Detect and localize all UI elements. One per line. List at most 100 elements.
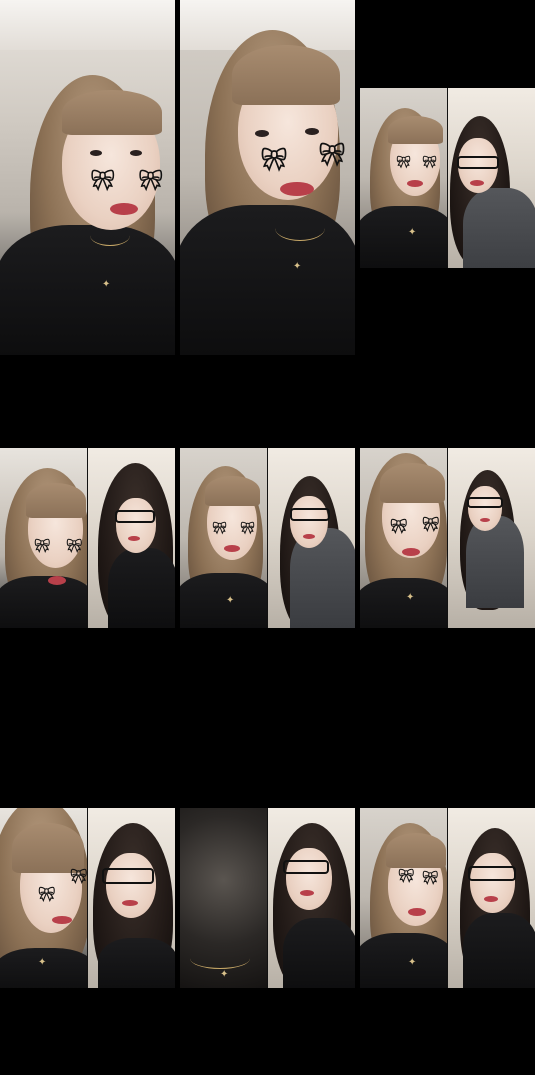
black-jacket: [180, 573, 267, 628]
bangs: [205, 476, 260, 506]
video-tile-8: ✦: [180, 808, 355, 988]
bangs: [232, 45, 340, 105]
pendant: ✦: [38, 957, 47, 968]
lips: [127, 536, 140, 541]
ceiling: [0, 0, 175, 50]
pendant: ✦: [408, 227, 417, 238]
video-pane-right: [267, 448, 355, 628]
glasses: [101, 868, 154, 884]
black-jacket: [0, 576, 87, 628]
left-eye: [255, 130, 269, 137]
video-pane-right: [447, 808, 535, 988]
ribbon-sticker-right: 🎀︎: [138, 168, 164, 192]
video-pane-right: [447, 448, 535, 628]
video-tile-2: 🎀︎ 🎀︎ ✦: [180, 0, 355, 355]
video-pane-single: 🎀︎ 🎀︎ ✦: [0, 0, 175, 355]
lips: [469, 180, 484, 186]
lips: [479, 518, 490, 522]
bangs: [12, 823, 84, 873]
lips: [224, 545, 240, 552]
ribbon-sticker-left: 🎀︎: [38, 887, 56, 903]
video-tile-6: 🎀︎ 🎀︎ ✦: [360, 448, 535, 628]
face: [469, 853, 515, 913]
glasses: [282, 860, 329, 874]
bangs: [388, 116, 443, 144]
lips: [302, 534, 315, 539]
video-tile-3: 🎀︎ 🎀︎ ✦: [360, 88, 535, 268]
bangs: [386, 833, 446, 868]
video-pane-single: 🎀︎ 🎀︎ ✦: [180, 0, 355, 355]
video-tile-7: 🎀︎ 🎀︎ ✦: [0, 808, 175, 988]
left-eye: [90, 150, 102, 156]
face: [467, 486, 502, 531]
lips: [121, 900, 138, 906]
ribbon-sticker-right: 🎀︎: [240, 521, 256, 535]
black-top: [107, 548, 175, 628]
video-tile-9: 🎀︎ 🎀︎ ✦: [360, 808, 535, 988]
video-pane-left: 🎀︎ 🎀︎ ✦: [360, 808, 448, 988]
bangs: [380, 463, 445, 503]
pendant: ✦: [293, 261, 302, 272]
glasses: [289, 508, 330, 521]
grey-top: [465, 516, 524, 608]
lips: [52, 916, 72, 924]
pendant: ✦: [102, 279, 111, 290]
grey-top: [462, 188, 535, 268]
video-pane-right: [447, 88, 535, 268]
black-jacket: [360, 206, 447, 268]
lips: [407, 180, 423, 187]
video-pane-left: 🎀︎ 🎀︎ ✦: [180, 448, 268, 628]
face: [105, 853, 156, 918]
video-pane-left: ✦: [180, 808, 268, 988]
video-tile-4: 🎀︎ 🎀︎: [0, 448, 175, 628]
right-eye: [305, 128, 319, 135]
black-jacket: [180, 205, 355, 355]
ribbon-sticker-left: 🎀︎: [90, 168, 116, 192]
necklace: [90, 225, 130, 246]
bangs: [26, 483, 86, 518]
ribbon-sticker-right: 🎀︎: [422, 871, 439, 886]
black-jacket: [360, 578, 447, 628]
bangs: [62, 90, 162, 135]
lips: [280, 182, 314, 196]
video-pane-right: [87, 448, 175, 628]
lips: [299, 890, 314, 896]
necklace: [275, 215, 325, 241]
ribbon-sticker-left: 🎀︎: [390, 519, 408, 535]
video-pane-left: 🎀︎ 🎀︎: [0, 448, 88, 628]
lips: [110, 203, 138, 215]
ribbon-sticker-right: 🎀︎: [422, 517, 440, 533]
video-pane-left: 🎀︎ 🎀︎ ✦: [360, 448, 448, 628]
ribbon-sticker-right: 🎀︎: [66, 539, 83, 554]
ribbon-sticker-right: 🎀︎: [318, 143, 346, 168]
pendant: ✦: [226, 595, 235, 606]
ribbon-sticker-left: 🎀︎: [398, 869, 415, 884]
ribbon-sticker-right: 🎀︎: [70, 869, 88, 885]
ribbon-sticker-left: 🎀︎: [260, 148, 288, 173]
lips: [48, 576, 66, 585]
face: [289, 496, 328, 548]
black-jacket: [0, 225, 175, 355]
black-top: [97, 938, 175, 988]
ribbon-sticker-right: 🎀︎: [422, 155, 438, 169]
lips: [402, 548, 420, 556]
ribbon-sticker-left: 🎀︎: [212, 521, 228, 535]
video-pane-left: 🎀︎ 🎀︎ ✦: [360, 88, 448, 268]
pendant: ✦: [408, 957, 417, 968]
black-jacket: [0, 948, 87, 988]
necklace: [190, 948, 250, 969]
video-pane-right: [267, 808, 355, 988]
ribbon-sticker-left: 🎀︎: [34, 539, 51, 554]
black-top: [282, 918, 355, 988]
video-pane-right: [87, 808, 175, 988]
face: [115, 498, 156, 553]
video-pane-left: 🎀︎ 🎀︎ ✦: [0, 808, 88, 988]
lips: [408, 908, 426, 916]
glasses: [466, 497, 503, 508]
black-jacket: [360, 933, 447, 988]
video-tile-1: 🎀︎ 🎀︎ ✦: [0, 0, 175, 355]
lips: [483, 896, 498, 902]
face: [285, 848, 332, 910]
pendant: ✦: [220, 969, 229, 980]
glasses: [114, 510, 155, 523]
